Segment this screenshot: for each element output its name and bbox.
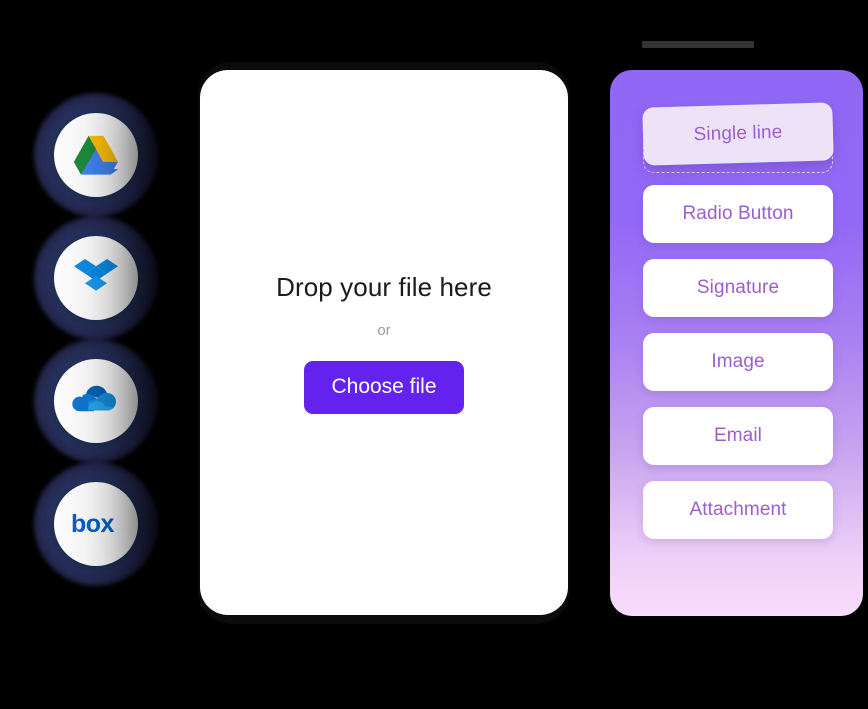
drop-zone-title: Drop your file here bbox=[276, 271, 492, 302]
field-type-panel: Single line Radio Button Signature Image… bbox=[610, 70, 863, 616]
dropbox-icon bbox=[73, 258, 118, 298]
field-type-label: Radio Button bbox=[682, 203, 794, 224]
field-type-label: Signature bbox=[696, 277, 780, 298]
box-icon: box bbox=[71, 511, 121, 537]
cloud-provider-dropbox[interactable] bbox=[53, 236, 138, 320]
field-type-item-radio-button[interactable]: Radio Button bbox=[643, 185, 833, 243]
field-type-item-attachment[interactable]: Attachment bbox=[643, 481, 833, 539]
cloud-provider-google-drive[interactable] bbox=[53, 113, 138, 197]
cloud-provider-onedrive[interactable] bbox=[53, 359, 138, 443]
field-type-list: Single line Radio Button Signature Image… bbox=[642, 102, 834, 555]
cloud-storage-rail: box bbox=[18, 90, 173, 590]
field-type-item-single-line[interactable]: Single line bbox=[642, 102, 834, 166]
app-canvas: box Drop your file here or Choose file S… bbox=[0, 0, 868, 709]
panel-top-bar bbox=[642, 41, 754, 48]
field-type-label: Attachment bbox=[689, 499, 787, 520]
field-type-label: Image bbox=[711, 351, 765, 372]
field-type-item-email[interactable]: Email bbox=[643, 407, 833, 465]
field-type-item-image[interactable]: Image bbox=[643, 333, 833, 391]
drop-zone-separator: or bbox=[377, 321, 391, 339]
svg-text:box: box bbox=[71, 511, 115, 537]
onedrive-icon bbox=[71, 384, 120, 418]
field-type-item-single-line-wrapper: Single line bbox=[642, 102, 834, 173]
field-type-label: Email bbox=[713, 425, 762, 446]
field-type-item-signature[interactable]: Signature bbox=[643, 259, 833, 317]
google-drive-icon bbox=[73, 134, 119, 176]
field-type-label: Single line bbox=[693, 121, 783, 146]
file-drop-card[interactable]: Drop your file here or Choose file bbox=[200, 70, 568, 615]
choose-file-button[interactable]: Choose file bbox=[304, 360, 464, 414]
cloud-provider-box[interactable]: box bbox=[53, 482, 138, 566]
